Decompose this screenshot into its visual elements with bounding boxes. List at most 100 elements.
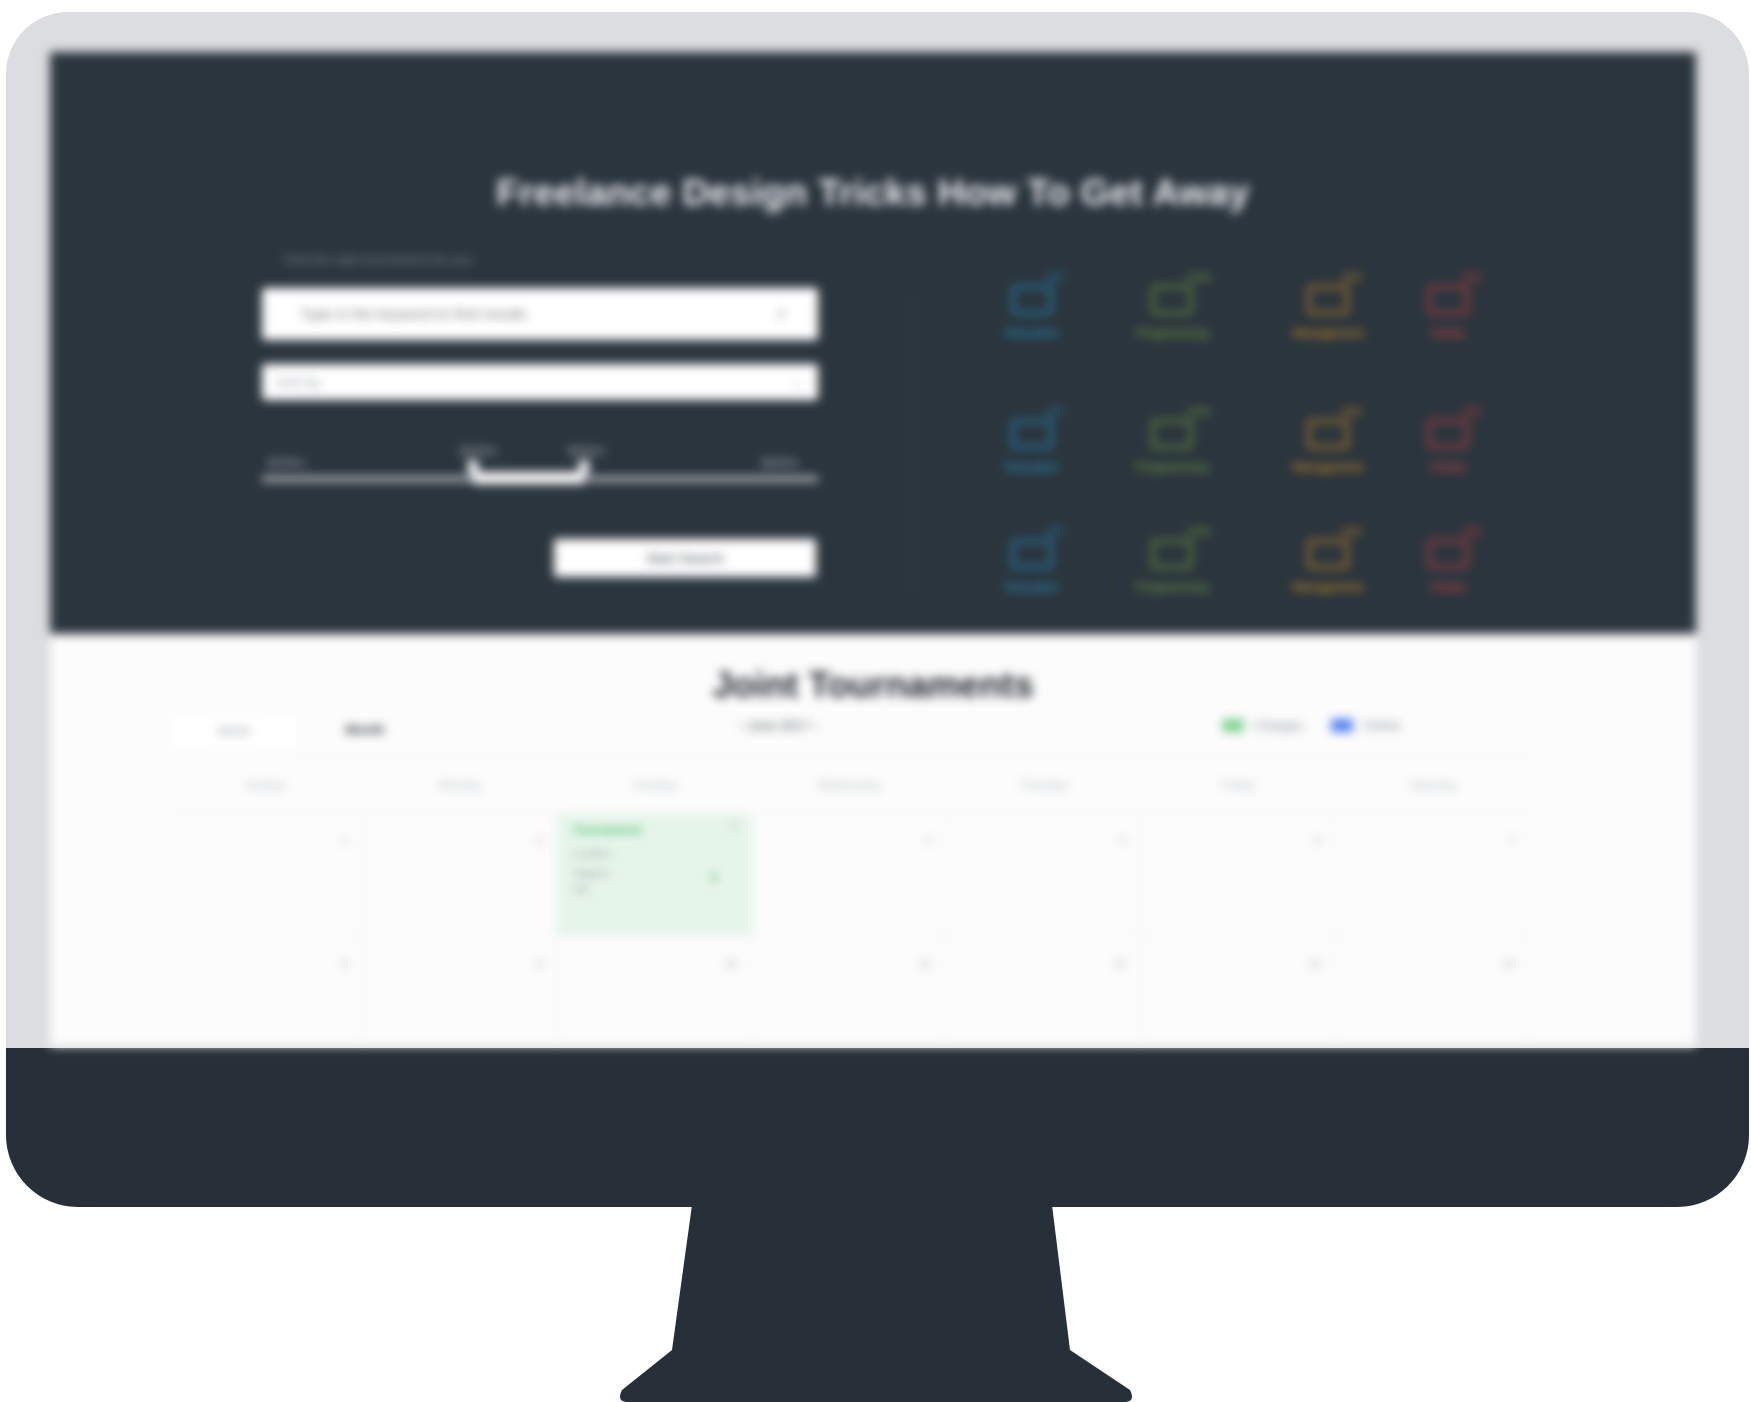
calendar-weekday-header: Sunday Monday Tuesday Wednesday Thursday… (168, 756, 1530, 814)
day-number: 12 (1113, 958, 1126, 970)
category-count: 153 (1462, 272, 1481, 284)
category-label: Programming (1135, 326, 1209, 340)
category-label: Hobby (1430, 460, 1466, 474)
range-label-min: $100m (268, 456, 305, 470)
category-count: 215 (1342, 272, 1361, 284)
calendar-day-cell[interactable]: 4 (752, 813, 947, 935)
calendar-day-cell[interactable]: 9 (363, 936, 558, 1046)
monitor-chin (6, 1048, 1749, 1207)
event-detail: Location (573, 849, 611, 860)
weekday-label: Wednesday (817, 778, 881, 792)
category-count: 215 (1342, 406, 1361, 418)
month-label: June 2017 (747, 718, 809, 733)
category-icon (1152, 286, 1192, 314)
category-count: 127 (1046, 272, 1065, 284)
calendar-week-row: 1 2 Tournament 3 Location Stadium Info ›… (168, 813, 1531, 936)
category-label: Hobby (1430, 326, 1466, 340)
calendar-day-cell[interactable]: 2 (363, 813, 558, 935)
weekday-label: Monday (438, 778, 482, 792)
category-label: Education (1005, 326, 1059, 340)
range-label-max: $500m (762, 456, 799, 470)
category-count: 215 (1342, 526, 1361, 538)
category-card[interactable]: 127 Education (976, 272, 1096, 352)
range-handle-high[interactable] (579, 460, 590, 474)
category-card[interactable]: 127 Education (976, 526, 1096, 606)
calendar-day-cell[interactable]: 6 (1141, 813, 1336, 935)
category-count: 153 (1462, 406, 1481, 418)
category-card[interactable]: 215 Management (1272, 406, 1392, 486)
category-icon (1428, 540, 1468, 568)
category-label: Education (1005, 460, 1059, 474)
hero-title: Freelance Design Tricks How To Get Away (496, 172, 1250, 213)
range-handle-low[interactable] (468, 460, 479, 474)
search-icon[interactable]: ⌕ (776, 302, 798, 324)
category-card[interactable]: 153 Hobby (1392, 526, 1512, 606)
weekday-label: Saturday (1408, 778, 1457, 792)
calendar-day-cell[interactable]: 7 (1335, 813, 1531, 935)
calendar-day-cell[interactable]: 5 (946, 813, 1141, 935)
category-icon (1428, 420, 1468, 448)
calendar-week-row: 8 9 10 11 12 13 14 (168, 936, 1531, 1046)
category-count: 127 (1046, 406, 1065, 418)
calendar-day-cell[interactable]: 10 (557, 936, 752, 1046)
calendar-legend: Charges Online (1222, 718, 1401, 733)
category-label: Hobby (1430, 580, 1466, 594)
category-card[interactable]: 153 Hobby (1392, 406, 1512, 486)
tab-week[interactable]: Week (168, 710, 300, 751)
category-card[interactable]: 1254 Programming (1116, 526, 1236, 606)
day-number: 6 (1314, 835, 1321, 847)
category-card[interactable]: 153 Hobby (1392, 272, 1512, 352)
day-number: 8 (341, 958, 348, 970)
tournaments-section: Joint Tournaments Week Month ‹ June 2017… (50, 634, 1696, 1046)
category-card[interactable]: 215 Management (1272, 526, 1392, 606)
calendar-day-cell[interactable]: 12 (946, 936, 1141, 1046)
day-number: 9 (536, 958, 543, 970)
calendar-day-cell[interactable]: 14 (1335, 936, 1531, 1046)
category-label: Management (1292, 326, 1364, 340)
calendar-day-cell[interactable]: 13 (1141, 936, 1336, 1046)
calendar-day-cell[interactable]: 8 (168, 936, 363, 1046)
category-icon (1428, 286, 1468, 314)
category-label: Education (1005, 580, 1059, 594)
day-number: 3 (730, 821, 737, 833)
legend-item-charges: Charges (1222, 718, 1303, 733)
chevron-right-icon[interactable]: › (709, 859, 719, 893)
sort-select[interactable]: Sort by ⌄ (262, 364, 818, 400)
category-label: Management (1292, 460, 1364, 474)
price-range-fill (473, 472, 585, 484)
chevron-down-icon: ⌄ (792, 373, 804, 390)
day-number: 1 (341, 835, 348, 847)
category-count: 1254 (1186, 526, 1211, 538)
screen: Freelance Design Tricks How To Get Away … (50, 52, 1696, 1046)
category-card[interactable]: 1254 Programming (1116, 406, 1236, 486)
category-card[interactable]: 1254 Programming (1116, 272, 1236, 352)
category-icon (1308, 540, 1348, 568)
weekday-label: Sunday (244, 778, 286, 792)
category-icon (1012, 286, 1052, 314)
hero-section: Freelance Design Tricks How To Get Away … (50, 52, 1696, 634)
category-card[interactable]: 127 Education (976, 406, 1096, 486)
category-count: 1254 (1186, 406, 1211, 418)
chevron-right-icon[interactable]: › (812, 718, 816, 733)
category-icon (1012, 420, 1052, 448)
category-label: Programming (1135, 580, 1209, 594)
category-icon (1152, 540, 1192, 568)
sort-select-value: Sort by (276, 374, 321, 390)
chevron-left-icon[interactable]: ‹ (740, 718, 744, 733)
view-tabs: Week Month (168, 710, 430, 751)
event-detail: Info (573, 885, 590, 896)
tab-month[interactable]: Month (300, 710, 430, 750)
weekday-label: Tuesday (631, 778, 678, 792)
day-number: 14 (1502, 958, 1516, 970)
category-card[interactable]: 215 Management (1272, 272, 1392, 352)
category-count: 127 (1046, 526, 1065, 538)
start-search-button[interactable]: Start Search (554, 539, 816, 577)
weekday-label: Thursday (1018, 778, 1069, 792)
event-title: Tournament (573, 823, 642, 837)
category-count: 1254 (1186, 272, 1211, 284)
search-input[interactable] (262, 288, 818, 340)
calendar-day-cell[interactable]: 11 (752, 936, 947, 1046)
range-label-high: $300m (568, 444, 605, 458)
calendar-event-cell[interactable]: Tournament 3 Location Stadium Info › (557, 813, 752, 935)
calendar-day-cell[interactable]: 1 (168, 813, 363, 935)
